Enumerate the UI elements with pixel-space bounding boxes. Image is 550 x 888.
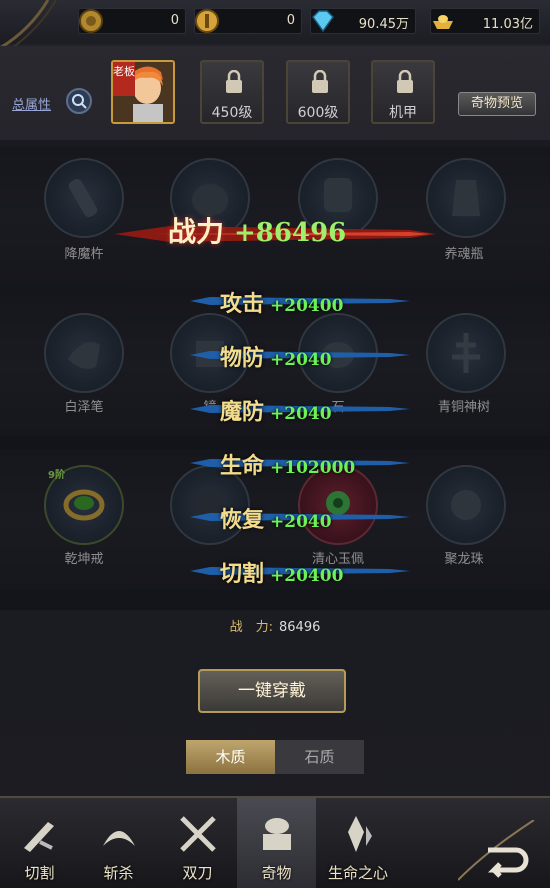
magnifier-button[interactable] xyxy=(66,88,92,114)
attr-value: +2040 xyxy=(270,512,332,532)
combat-value: +86496 xyxy=(234,218,347,248)
locked-slot-mecha[interactable]: 机甲 xyxy=(371,60,435,124)
nav-twin-blade[interactable]: 双刀 xyxy=(158,798,237,888)
lock-icon xyxy=(226,70,242,93)
cut-icon xyxy=(24,822,54,852)
twin-blade-icon xyxy=(180,816,216,852)
combat-power-value: 86496 xyxy=(279,620,321,635)
back-arrow-icon[interactable] xyxy=(458,820,538,882)
attr-key: 物防 xyxy=(220,345,265,371)
currency-diamond: 90.45万 xyxy=(310,8,416,34)
combat-power-label: 战 力: xyxy=(229,620,274,635)
attr-attack: 攻击 +20400 xyxy=(220,286,343,318)
nav-life-heart[interactable]: 生命之心 xyxy=(316,798,400,888)
nav-label: 切割 xyxy=(24,864,55,882)
attr-value: +2040 xyxy=(270,404,332,424)
attr-recovery: 恢复 +2040 xyxy=(220,502,332,534)
boss-tag: 老板 xyxy=(113,62,135,96)
slot-level-label: 450级 xyxy=(211,105,253,121)
currency-bar: 0 0 90.45万 11.03亿 xyxy=(0,0,550,57)
lock-icon xyxy=(312,70,328,93)
attr-magic-def: 魔防 +2040 xyxy=(220,394,332,426)
attr-key: 攻击 xyxy=(220,291,265,317)
combat-power-line: 战 力: 86496 xyxy=(0,616,550,635)
avatar[interactable]: 老板 xyxy=(111,60,175,124)
attr-life: 生命 +102000 xyxy=(220,448,355,480)
equip-all-button[interactable]: 一键穿戴 xyxy=(198,669,346,713)
attr-key: 生命 xyxy=(220,453,265,479)
attr-value: +2040 xyxy=(270,350,332,370)
nav-label: 生命之心 xyxy=(327,864,388,882)
attr-value: +20400 xyxy=(270,566,344,586)
lock-icon xyxy=(397,70,413,93)
tab-wood[interactable]: 木质 xyxy=(186,740,275,774)
nav-slash[interactable]: 斩杀 xyxy=(79,798,158,888)
attr-value: +20400 xyxy=(270,296,344,316)
search-icon xyxy=(72,94,87,109)
screen: { "currencies":[ {"value":"0","icon":"co… xyxy=(0,0,550,888)
currency-gold-coin: 0 xyxy=(194,8,302,34)
attr-key: 恢复 xyxy=(220,507,265,533)
locked-slot-600[interactable]: 600级 xyxy=(286,60,350,124)
combat-label: 战力 xyxy=(168,215,225,248)
currency-value: 11.03亿 xyxy=(482,17,533,32)
locked-slot-450[interactable]: 450级 xyxy=(200,60,264,124)
gold-ingot-icon xyxy=(433,15,453,29)
material-tabs: 木质 石质 xyxy=(186,740,364,774)
nav-treasure[interactable]: 奇物 xyxy=(237,798,316,888)
slot-level-label: 600级 xyxy=(297,105,339,121)
currency-value: 0 xyxy=(286,13,295,28)
slot-level-label: 机甲 xyxy=(389,105,417,121)
tab-stone[interactable]: 石质 xyxy=(275,740,364,774)
nav-label: 双刀 xyxy=(182,864,213,882)
slash-icon xyxy=(103,831,135,846)
life-heart-icon xyxy=(348,816,372,852)
attr-key: 切割 xyxy=(220,561,265,587)
attr-key: 魔防 xyxy=(220,399,265,425)
coin-icon xyxy=(79,9,103,33)
total-attributes-link[interactable]: 总属性 xyxy=(12,94,51,113)
attr-phys-def: 物防 +2040 xyxy=(220,340,332,372)
nav-label: 斩杀 xyxy=(103,864,134,882)
diamond-icon xyxy=(312,10,334,33)
treasure-preview-button[interactable]: 奇物预览 xyxy=(458,92,536,116)
gold-coin-icon xyxy=(195,9,219,33)
currency-value: 0 xyxy=(170,13,179,28)
treasure-icon xyxy=(263,818,291,850)
attr-value: +102000 xyxy=(270,458,356,478)
currency-value: 90.45万 xyxy=(358,17,409,32)
currency-gold-ingot: 11.03亿 xyxy=(430,8,540,34)
combat-power-popup: 战力 +86496 xyxy=(168,210,346,250)
nav-label: 奇物 xyxy=(261,864,292,882)
currency-coin: 0 xyxy=(78,8,186,34)
attr-cut: 切割 +20400 xyxy=(220,556,343,588)
nav-cut[interactable]: 切割 xyxy=(0,798,79,888)
